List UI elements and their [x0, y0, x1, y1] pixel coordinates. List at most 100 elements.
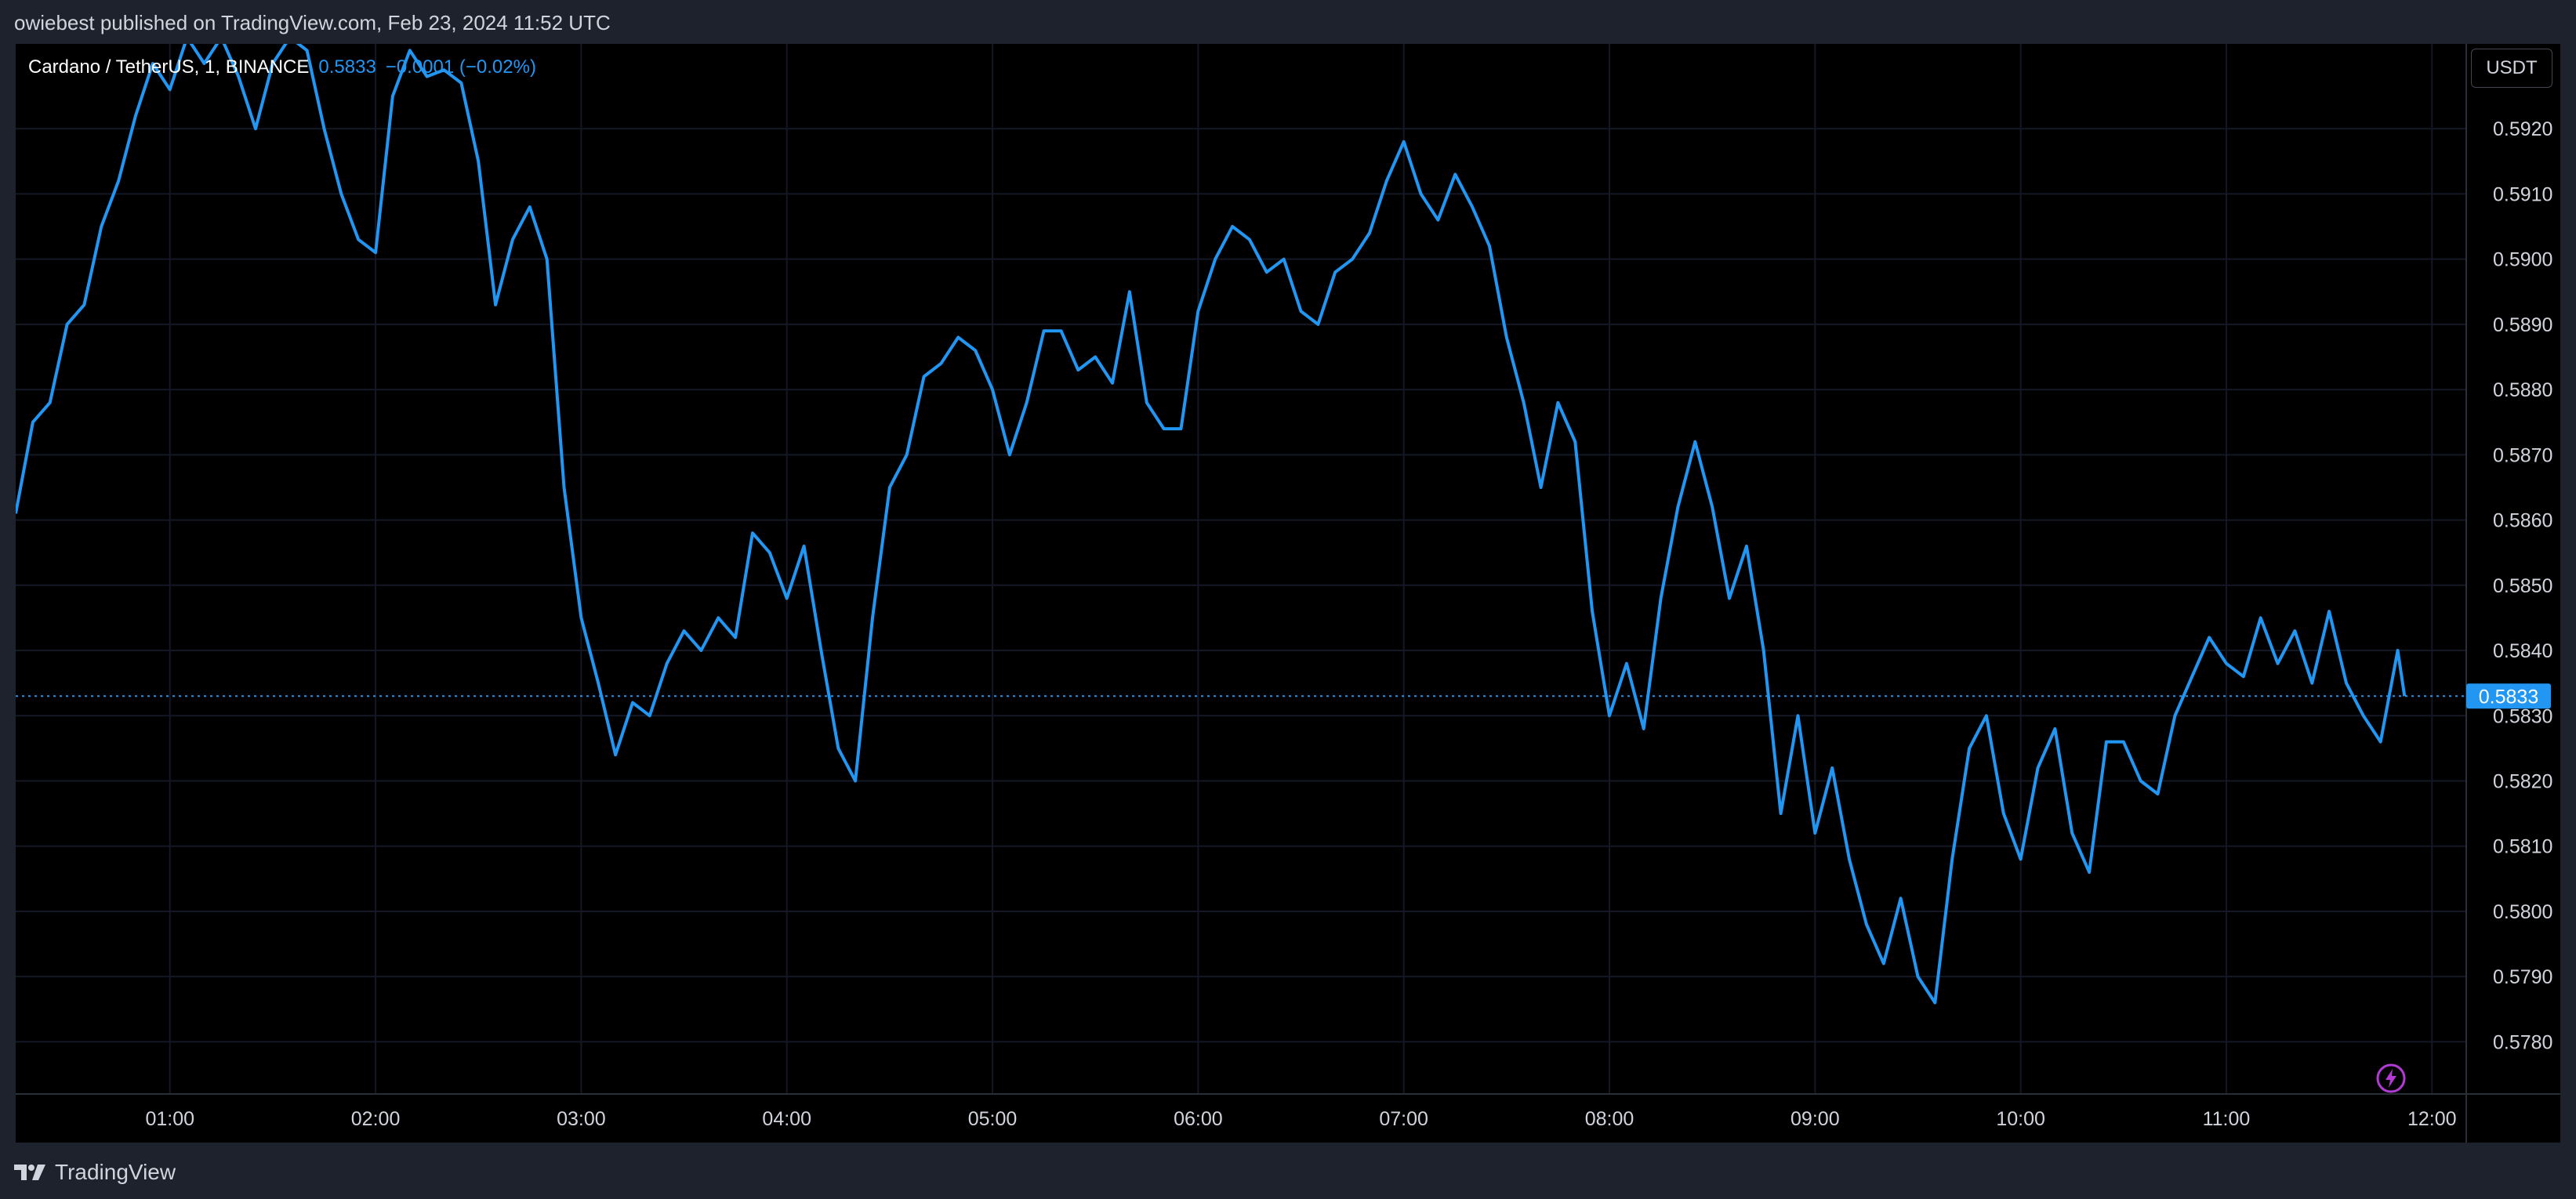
- y-tick-label: 0.5910: [2493, 183, 2552, 205]
- y-tick-label: 0.5890: [2493, 314, 2552, 336]
- data-point: [373, 250, 378, 255]
- data-point: [596, 681, 600, 686]
- data-point: [630, 701, 635, 705]
- data-point: [2121, 740, 2126, 744]
- data-point: [1435, 218, 1440, 223]
- data-point: [1539, 485, 1544, 490]
- data-point: [1830, 766, 1834, 770]
- data-point: [1470, 205, 1475, 209]
- legend-change: −0.0001 (−0.02%): [385, 56, 536, 78]
- currency-button[interactable]: USDT: [2471, 49, 2552, 88]
- data-point: [1195, 309, 1200, 313]
- data-point: [493, 302, 498, 307]
- footer: TradingView: [0, 1143, 2576, 1199]
- price-series-line: [16, 44, 2407, 1005]
- data-point: [2104, 740, 2109, 744]
- data-point: [938, 361, 943, 366]
- y-tick-label: 0.5790: [2493, 966, 2552, 988]
- y-tick-label: 0.5900: [2493, 249, 2552, 271]
- data-point: [305, 48, 310, 53]
- data-point: [1642, 726, 1646, 731]
- data-point: [1779, 811, 1783, 816]
- chart-area[interactable]: 0.5780 0.5790 0.5800 0.5810 0.5820 0.5830 0.58…: [16, 44, 2560, 1143]
- data-point: [956, 335, 960, 340]
- data-point: [48, 400, 53, 405]
- data-point: [1710, 505, 1714, 509]
- data-point: [1058, 328, 1063, 333]
- data-point: [1315, 322, 1320, 327]
- data-point: [1607, 713, 1612, 718]
- data-point: [853, 778, 858, 783]
- data-point: [1025, 400, 1029, 405]
- x-tick-label: 10:00: [1996, 1108, 2045, 1130]
- data-point: [476, 159, 481, 164]
- data-point: [116, 179, 121, 183]
- data-point: [1093, 355, 1098, 360]
- y-tick-label: 0.5850: [2493, 575, 2552, 597]
- data-point: [2052, 726, 2057, 731]
- tradingview-logo[interactable]: TradingView: [14, 1160, 176, 1185]
- data-point: [1178, 426, 1183, 431]
- x-tick-label: 11:00: [2203, 1108, 2251, 1130]
- y-tick-label: 0.5880: [2493, 379, 2552, 401]
- x-tick-label: 07:00: [1379, 1108, 1428, 1130]
- y-tick-label: 0.5820: [2493, 770, 2552, 792]
- y-tick-label: 0.5800: [2493, 901, 2552, 923]
- data-point: [1299, 309, 1304, 313]
- data-point: [2019, 857, 2023, 861]
- data-point: [665, 661, 669, 666]
- data-point: [1795, 713, 1800, 718]
- data-point: [253, 126, 258, 131]
- x-tick-label: 04:00: [762, 1108, 811, 1130]
- data-point: [1042, 328, 1047, 333]
- data-point: [1333, 270, 1337, 274]
- data-point: [2361, 713, 2366, 718]
- data-point: [1555, 400, 1560, 405]
- data-point: [545, 257, 550, 262]
- y-tick-label: 0.5810: [2493, 836, 2552, 858]
- legend-symbol: Cardano / TetherUS, 1, BINANCE: [28, 56, 310, 78]
- data-point: [818, 648, 823, 653]
- price-chart[interactable]: 0.5780 0.5790 0.5800 0.5810 0.5820 0.5830 0.58…: [16, 44, 2560, 1143]
- data-point: [2327, 609, 2331, 614]
- data-point: [82, 302, 86, 307]
- x-tick-label: 05:00: [968, 1108, 1018, 1130]
- data-point: [1864, 922, 1869, 927]
- data-point: [682, 628, 687, 633]
- data-point: [562, 485, 567, 490]
- data-point: [1282, 257, 1286, 262]
- data-point: [1384, 179, 1389, 183]
- data-point: [990, 387, 995, 392]
- data-point: [356, 237, 361, 242]
- data-point: [2344, 681, 2349, 686]
- data-point: [2241, 674, 2246, 679]
- footer-brand: TradingView: [55, 1160, 176, 1184]
- lightning-icon[interactable]: [2375, 1063, 2407, 1094]
- chart-legend: Cardano / TetherUS, 1, BINANCE 0.5833 −0.0…: [28, 56, 536, 78]
- data-point: [1145, 400, 1149, 405]
- y-tick-label: 0.5870: [2493, 444, 2552, 466]
- data-point: [1504, 335, 1509, 340]
- x-tick-label: 02:00: [351, 1108, 401, 1130]
- data-point: [2139, 778, 2143, 783]
- y-tick-label: 0.5920: [2493, 118, 2552, 140]
- x-tick-label: 08:00: [1585, 1108, 1634, 1130]
- y-tick-label: 0.5780: [2493, 1031, 2552, 1053]
- data-point: [133, 114, 138, 118]
- y-tick-label: 0.5840: [2493, 640, 2552, 662]
- data-point: [408, 48, 412, 53]
- data-point: [1984, 713, 1989, 718]
- data-point: [613, 752, 618, 757]
- data-point: [1162, 426, 1166, 431]
- data-point: [528, 205, 532, 209]
- data-point: [1264, 270, 1269, 274]
- data-point: [2087, 870, 2092, 875]
- data-point: [2309, 681, 2314, 686]
- data-point: [1402, 139, 1406, 144]
- data-point: [2276, 661, 2280, 666]
- data-point: [1127, 289, 1132, 294]
- x-tick-label: 12:00: [2407, 1108, 2457, 1130]
- data-point: [750, 531, 755, 535]
- data-point: [2172, 713, 2177, 718]
- y-tick-label: 0.5830: [2493, 705, 2552, 727]
